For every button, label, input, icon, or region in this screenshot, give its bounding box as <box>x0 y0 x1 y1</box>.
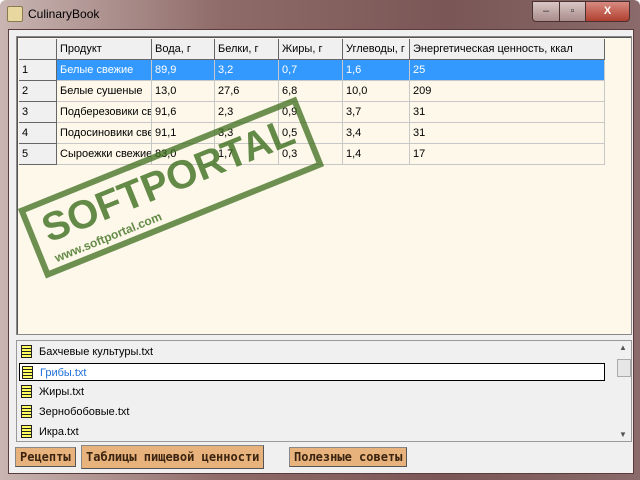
table-cell[interactable]: Подберезовики свежие <box>57 102 152 123</box>
table-cell[interactable]: 1,7 <box>215 144 279 165</box>
tab-nutrition-tables[interactable]: Таблицы пищевой ценности <box>81 445 265 469</box>
file-name: Зернобобовые.txt <box>39 406 130 418</box>
list-scrollbar[interactable]: ▲ ▼ <box>615 341 631 441</box>
table-cell[interactable]: 2,3 <box>215 102 279 123</box>
table-cell[interactable]: 0,5 <box>279 123 343 144</box>
table-cell[interactable]: 13,0 <box>152 81 215 102</box>
column-header[interactable]: Белки, г <box>215 39 279 60</box>
table-cell[interactable]: 1,6 <box>343 60 410 81</box>
nutrition-table[interactable]: Продукт Вода, г Белки, г Жиры, г Углеводы, г… <box>16 36 632 335</box>
table-cell[interactable]: 3,7 <box>343 102 410 123</box>
client-area: Продукт Вода, г Белки, г Жиры, г Углеводы, г… <box>8 29 634 474</box>
file-name: Икра.txt <box>39 426 79 438</box>
column-header[interactable]: Продукт <box>57 39 152 60</box>
scroll-up-icon[interactable]: ▲ <box>619 343 627 352</box>
column-header[interactable]: Углеводы, г <box>343 39 410 60</box>
table-cell[interactable]: 17 <box>410 144 605 165</box>
table-cell[interactable]: 3,4 <box>343 123 410 144</box>
file-name: Бахчевые культуры.txt <box>39 346 154 358</box>
minimize-button[interactable]: – <box>532 1 560 22</box>
table-cell[interactable]: 89,9 <box>152 60 215 81</box>
table-cell[interactable]: 0,9 <box>279 102 343 123</box>
file-list-item[interactable]: Икра.txt <box>19 423 605 441</box>
file-name: Грибы.txt <box>40 367 87 379</box>
table-cell[interactable]: Белые сушеные <box>57 81 152 102</box>
table-cell[interactable]: 0,3 <box>279 144 343 165</box>
table-cell[interactable]: Белые свежие <box>57 60 152 81</box>
window-title: CulinaryBook <box>28 7 100 21</box>
file-name: Жиры.txt <box>39 386 84 398</box>
tab-tips[interactable]: Полезные советы <box>289 447 408 467</box>
row-header[interactable]: 5 <box>19 144 57 165</box>
table-cell[interactable]: 31 <box>410 102 605 123</box>
column-header[interactable] <box>19 39 57 60</box>
row-header[interactable]: 1 <box>19 60 57 81</box>
file-list-item[interactable]: Зернобобовые.txt <box>19 403 605 421</box>
table-cell[interactable]: 91,1 <box>152 123 215 144</box>
maximize-button[interactable]: ▫ <box>559 1 586 22</box>
text-file-icon <box>22 366 33 379</box>
table-cell[interactable]: 27,6 <box>215 81 279 102</box>
table-cell[interactable]: 83,0 <box>152 144 215 165</box>
text-file-icon <box>21 425 32 438</box>
table-cell[interactable]: 1,4 <box>343 144 410 165</box>
column-header[interactable]: Вода, г <box>152 39 215 60</box>
app-icon <box>7 6 23 22</box>
close-button[interactable]: X <box>585 1 630 22</box>
table-cell[interactable]: Подосиновики свежие <box>57 123 152 144</box>
column-header[interactable]: Энергетическая ценность, ккал <box>410 39 605 60</box>
tab-recipes[interactable]: Рецепты <box>15 447 76 467</box>
text-file-icon <box>21 345 32 358</box>
scroll-down-icon[interactable]: ▼ <box>619 430 627 439</box>
app-window: CulinaryBook – ▫ X Продукт Вода, г Белки, … <box>0 0 640 480</box>
column-header[interactable]: Жиры, г <box>279 39 343 60</box>
table-cell[interactable]: 10,0 <box>343 81 410 102</box>
table-cell[interactable]: 91,6 <box>152 102 215 123</box>
table-cell[interactable]: 0,7 <box>279 60 343 81</box>
table-cell[interactable]: 6,8 <box>279 81 343 102</box>
table-cell[interactable]: 31 <box>410 123 605 144</box>
table-cell[interactable]: 25 <box>410 60 605 81</box>
text-file-icon <box>21 405 32 418</box>
text-file-icon <box>21 385 32 398</box>
file-list-item[interactable]: Бахчевые культуры.txt <box>19 343 605 361</box>
file-list-item[interactable]: Грибы.txt <box>19 363 605 381</box>
table-cell[interactable]: 209 <box>410 81 605 102</box>
row-header[interactable]: 3 <box>19 102 57 123</box>
table-cell[interactable]: 3,3 <box>215 123 279 144</box>
file-list[interactable]: ▲ ▼ Бахчевые культуры.txt Грибы.txt Жиры.t… <box>16 340 632 442</box>
table-cell[interactable]: Сыроежки свежие <box>57 144 152 165</box>
row-header[interactable]: 4 <box>19 123 57 144</box>
scroll-thumb[interactable] <box>617 359 631 377</box>
row-header[interactable]: 2 <box>19 81 57 102</box>
table-cell[interactable]: 3,2 <box>215 60 279 81</box>
file-list-item[interactable]: Жиры.txt <box>19 383 605 401</box>
